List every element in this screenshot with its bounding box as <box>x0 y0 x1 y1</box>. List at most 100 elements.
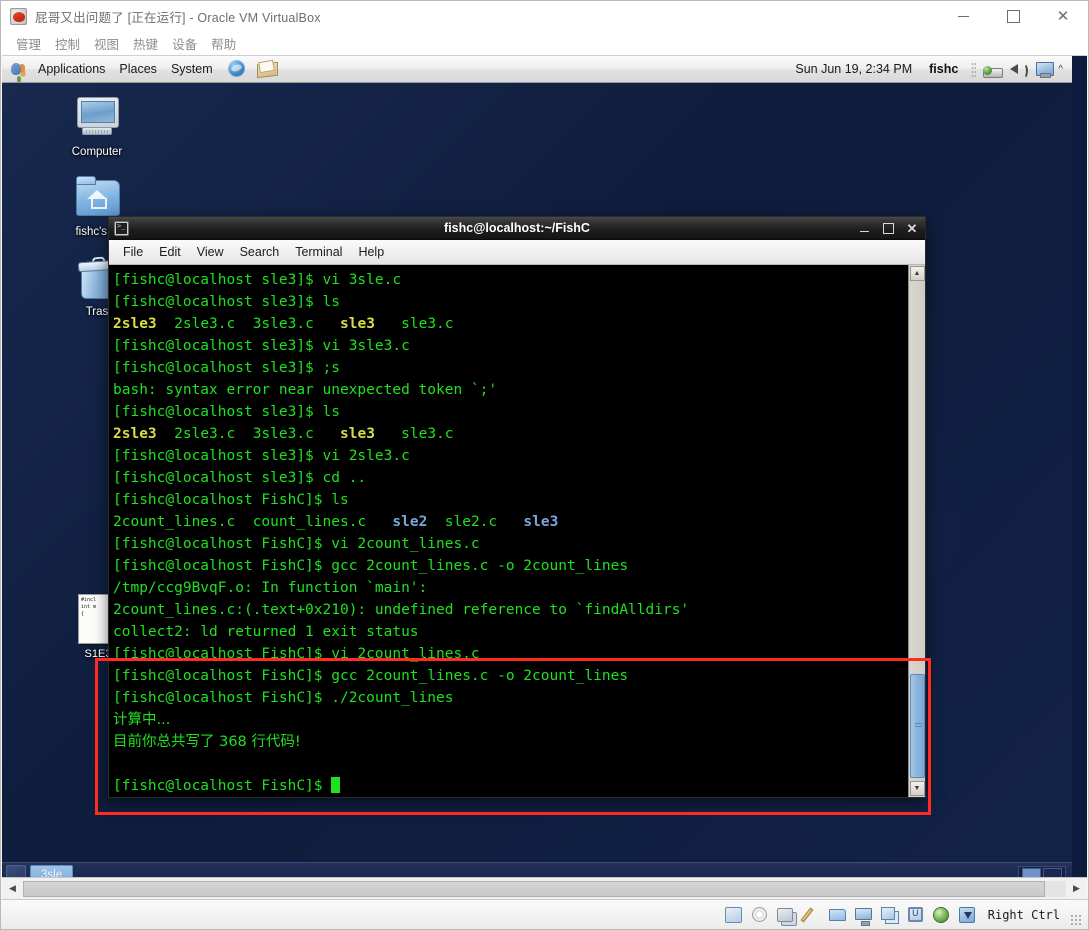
guest-desktop[interactable]: Applications Places System Sun Jun 19, 2… <box>2 56 1072 877</box>
mail-client-icon[interactable] <box>255 57 279 81</box>
shared-folder-icon[interactable] <box>827 905 849 925</box>
minimize-icon[interactable] <box>938 1 988 32</box>
terminal-menu-file[interactable]: File <box>115 243 151 261</box>
terminal-window[interactable]: fishc@localhost:~/FishC ✕ File Edit View… <box>108 216 926 798</box>
minimize-icon[interactable] <box>860 224 872 233</box>
vbox-menu-devices[interactable]: 设备 <box>165 33 204 54</box>
terminal-title: fishc@localhost:~/FishC <box>444 221 590 235</box>
terminal-menubar: File Edit View Search Terminal Help <box>109 240 925 265</box>
terminal-text: /tmp/ccg9BvqF.o: In function `main': <box>113 580 428 596</box>
network-icon[interactable] <box>980 57 1006 81</box>
display-icon[interactable] <box>853 905 875 926</box>
scrollbar-thumb[interactable] <box>909 674 925 778</box>
terminal-output[interactable]: [fishc@localhost sle3]$ vi 3sle.c [fishc@… <box>109 265 908 797</box>
terminal-menu-view[interactable]: View <box>189 243 232 261</box>
computer-icon <box>73 94 121 142</box>
optical-disc-icon[interactable] <box>749 905 771 925</box>
panel-menu-places[interactable]: Places <box>113 60 163 78</box>
workspace-1[interactable] <box>1022 867 1041 877</box>
scroll-left-icon[interactable]: ◀ <box>4 880 21 897</box>
terminal-text: sle2.c <box>444 514 498 530</box>
virtualbox-window: 屁哥又出问题了 [正在运行] - Oracle VM VirtualBox ✕ … <box>0 0 1089 930</box>
panel-menu-system[interactable]: System <box>165 60 219 78</box>
terminal-text: [fishc@localhost FishC]$ ls <box>113 492 349 508</box>
vbox-menu-help[interactable]: 帮助 <box>204 33 243 54</box>
window-capture-icon[interactable] <box>879 905 901 925</box>
close-icon[interactable]: ✕ <box>1038 1 1088 32</box>
taskbar-window-button[interactable]: 3sle <box>30 865 74 877</box>
terminal-text: 3sle3.c <box>252 316 314 332</box>
terminal-text: 目前你总共写了 368 行代码! <box>113 734 301 750</box>
terminal-text: sle3.c <box>401 316 454 332</box>
terminal-text: [fishc@localhost sle3]$ cd .. <box>113 470 367 486</box>
usb-pen-icon[interactable] <box>800 905 823 925</box>
terminal-line: /tmp/ccg9BvqF.o: In function `main': <box>113 577 908 599</box>
hscrollbar-track[interactable] <box>23 880 1066 897</box>
terminal-text: [fishc@localhost sle3]$ vi 3sle3.c <box>113 338 410 354</box>
floppy-icon[interactable] <box>723 905 745 925</box>
panel-clock[interactable]: Sun Jun 19, 2:34 PM <box>787 60 920 78</box>
terminal-text: 2count_lines.c:(.text+0x210): undefined … <box>113 602 690 618</box>
virtualbox-window-controls: ✕ <box>938 1 1088 32</box>
scrollbar-track[interactable] <box>909 282 925 780</box>
virtualbox-title: 屁哥又出问题了 [正在运行] - Oracle VM VirtualBox <box>35 11 321 25</box>
terminal-text: sle3 <box>340 426 375 442</box>
vbox-menu-manage[interactable]: 管理 <box>9 33 48 54</box>
terminal-text: sle2 <box>392 514 428 530</box>
cpu-chip-icon[interactable]: U <box>905 905 927 925</box>
terminal-text: [fishc@localhost sle3]$ ls <box>113 294 340 310</box>
hscrollbar-thumb[interactable] <box>23 880 1046 897</box>
maximize-icon[interactable] <box>988 1 1038 32</box>
terminal-text: sle3 <box>340 316 375 332</box>
terminal-line: [fishc@localhost FishC]$ <box>113 775 908 797</box>
show-desktop-icon[interactable] <box>6 864 26 877</box>
panel-menu-applications[interactable]: Applications <box>32 60 111 78</box>
terminal-titlebar[interactable]: fishc@localhost:~/FishC ✕ <box>109 217 925 240</box>
terminal-scrollbar[interactable]: ▲ ▼ <box>908 265 925 797</box>
display-icon[interactable] <box>1032 57 1058 81</box>
terminal-line: 计算中... <box>113 709 908 731</box>
desktop-icon-label: Computer <box>71 146 123 158</box>
terminal-cursor <box>331 777 341 793</box>
terminal-menu-search[interactable]: Search <box>232 243 288 261</box>
scroll-right-icon[interactable]: ▶ <box>1068 880 1085 897</box>
guest-horizontal-scrollbar[interactable]: ◀ ▶ <box>2 877 1087 899</box>
workspace-2[interactable] <box>1043 867 1062 877</box>
scroll-up-icon[interactable]: ▲ <box>909 266 925 281</box>
guest-additions-icon[interactable] <box>931 905 953 925</box>
terminal-text: bash: syntax error near unexpected token… <box>113 382 498 398</box>
terminal-menu-edit[interactable]: Edit <box>151 243 189 261</box>
network-icon[interactable] <box>775 905 797 925</box>
chevron-up-icon[interactable]: ^ <box>1058 64 1066 75</box>
panel-separator <box>971 61 977 77</box>
terminal-line: [fishc@localhost FishC]$ gcc 2count_line… <box>113 555 908 577</box>
vbox-menu-control[interactable]: 控制 <box>48 33 87 54</box>
resize-grip[interactable] <box>1070 914 1082 926</box>
panel-username[interactable]: fishc <box>920 60 967 78</box>
gnome-top-panel: Applications Places System Sun Jun 19, 2… <box>2 56 1072 83</box>
download-icon[interactable] <box>957 905 979 925</box>
scroll-down-icon[interactable]: ▼ <box>909 781 925 796</box>
terminal-line: [fishc@localhost sle3]$ vi 3sle.c <box>113 269 908 291</box>
volume-icon[interactable] <box>1006 57 1032 81</box>
terminal-line: [fishc@localhost FishC]$ ls <box>113 489 908 511</box>
workspace-switcher[interactable] <box>1018 865 1066 877</box>
terminal-menu-terminal[interactable]: Terminal <box>287 243 350 261</box>
close-icon[interactable]: ✕ <box>906 222 918 235</box>
vbox-menu-hotkey[interactable]: 热键 <box>126 33 165 54</box>
vbox-menu-view[interactable]: 视图 <box>87 33 126 54</box>
terminal-line: [fishc@localhost sle3]$ ;s <box>113 357 908 379</box>
terminal-menu-help[interactable]: Help <box>350 243 392 261</box>
desktop-icon-computer[interactable]: Computer <box>54 94 140 160</box>
terminal-line: [fishc@localhost FishC]$ vi 2count_lines… <box>113 643 908 665</box>
web-browser-icon[interactable] <box>225 57 249 81</box>
maximize-icon[interactable] <box>883 223 895 234</box>
